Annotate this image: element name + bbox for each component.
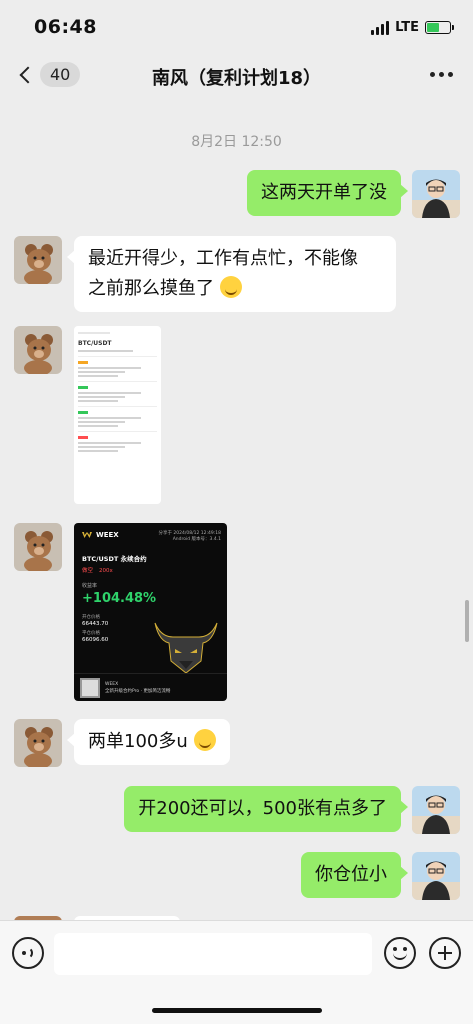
message-bubble-out[interactable]: 你仓位小 [301, 852, 408, 898]
status-time: 06:48 [34, 16, 97, 38]
emoji-icon[interactable] [384, 937, 416, 969]
signal-icon [371, 20, 390, 35]
share-info: 分享于 2024/08/12 12:49:18 Android 版本号：3.4.… [158, 531, 221, 542]
message-timestamp: 8月2日 12:50 [191, 134, 282, 150]
contract-pair: BTC/USDT 永续合约 [82, 555, 147, 563]
laugh-cry-emoji-icon [219, 276, 242, 298]
chat-title: 南风（复利计划18） [151, 68, 322, 89]
card-footer: WEEX 全新升级合约Pro · 更加简洁流畅 [74, 673, 227, 701]
bull-icon [154, 622, 218, 674]
avatar-self[interactable] [412, 786, 460, 834]
home-indicator[interactable] [152, 1008, 322, 1013]
more-button[interactable] [430, 72, 453, 77]
avatar-contact[interactable] [14, 326, 62, 374]
message-text: 这两天开单了没 [261, 182, 387, 203]
avatar-self[interactable] [412, 170, 460, 218]
voice-icon[interactable] [12, 937, 44, 969]
chat-header: 40 南风（复利计划18） [0, 54, 473, 98]
message-text-line: 之前那么摸鱼了 [88, 278, 214, 299]
message-text: 开200还可以，500张有点多了 [138, 798, 387, 819]
status-indicators: LTE [371, 20, 454, 35]
image-message-trade-history[interactable]: BTC/USDT [74, 326, 161, 504]
smirk-emoji-icon [193, 729, 216, 751]
message-bubble-in[interactable]: 最近开得少，工作有点忙，不能像 之前那么摸鱼了 [67, 236, 396, 312]
yield-value: +104.48% [82, 591, 157, 606]
image-message-pnl-card[interactable]: WEEX 分享于 2024/08/12 12:49:18 Android 版本号… [74, 523, 227, 701]
avatar-self[interactable] [412, 852, 460, 900]
yield-label: 收益率 [82, 583, 98, 589]
plus-icon[interactable] [429, 937, 461, 969]
message-bubble-out[interactable]: 开200还可以，500张有点多了 [124, 786, 408, 832]
message-bubble-out[interactable]: 这两天开单了没 [247, 170, 408, 216]
qr-code-icon [80, 677, 100, 698]
message-text: 你仓位小 [315, 864, 387, 885]
status-bar: 06:48 LTE [0, 0, 473, 54]
scrollbar[interactable] [465, 600, 469, 642]
position-side: 做空 200x [82, 568, 113, 574]
message-input[interactable] [54, 933, 372, 975]
network-type: LTE [395, 20, 419, 35]
message-bubble-in[interactable]: 两单100多u [67, 719, 230, 765]
avatar-contact[interactable] [14, 236, 62, 284]
avatar-contact[interactable] [14, 719, 62, 767]
more-icon [430, 72, 435, 77]
message-text-line: 最近开得少，工作有点忙，不能像 [88, 248, 358, 269]
battery-icon [425, 21, 454, 34]
avatar-contact[interactable] [14, 523, 62, 571]
message-text: 两单100多u [88, 731, 188, 752]
screenshot-title: BTC/USDT [78, 340, 112, 347]
